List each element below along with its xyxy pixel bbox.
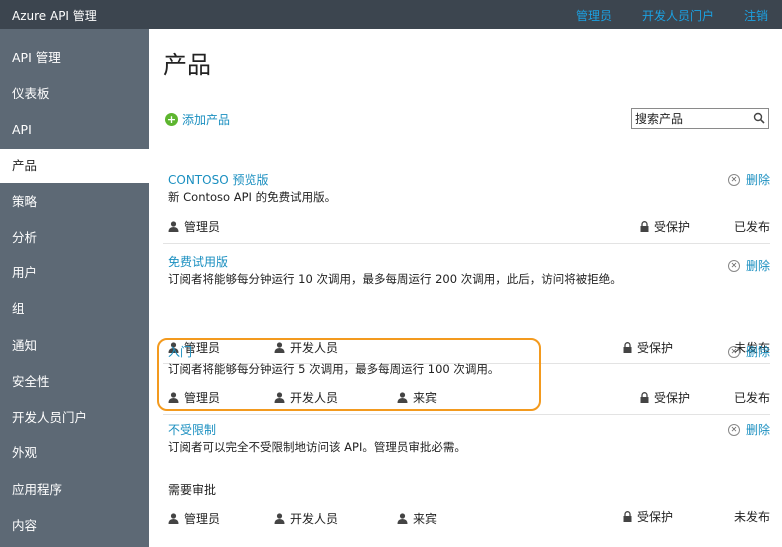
protection-label: 受保护 xyxy=(637,341,674,355)
sidebar-item-appearance[interactable]: 外观 xyxy=(0,436,149,470)
product-name[interactable]: 不受限制 xyxy=(168,421,216,438)
sidebar-item-content[interactable]: 内容 xyxy=(0,509,149,543)
top-links: 管理员 开发人员门户 注销 xyxy=(576,7,768,24)
sidebar-item-applications[interactable]: 应用程序 xyxy=(0,473,149,507)
protection-label: 受保护 xyxy=(654,391,691,405)
delete-button[interactable]: ✕ 删除 xyxy=(727,171,770,188)
add-product-button[interactable]: + 添加产品 xyxy=(165,111,230,128)
protection-status: 受保护 xyxy=(623,339,673,356)
delete-button[interactable]: ✕ 删除 xyxy=(727,421,770,438)
protection-label: 受保护 xyxy=(654,220,691,234)
product-name[interactable]: CONTOSO 预览版 xyxy=(168,171,268,188)
divider xyxy=(163,414,770,415)
sidebar-item-api[interactable]: API xyxy=(0,113,149,147)
delete-icon: ✕ xyxy=(727,259,740,272)
delete-label: 删除 xyxy=(745,173,770,187)
publish-status: 已发布 xyxy=(733,220,770,234)
search-box xyxy=(631,108,769,129)
product-description: 订阅者将能够每分钟运行 10 次调用，最多每周运行 200 次调用，此后，访问将… xyxy=(168,272,622,286)
delete-button[interactable]: ✕ 删除 xyxy=(727,343,770,360)
protection-status: 受保护 xyxy=(623,508,673,525)
add-icon: + xyxy=(165,113,178,126)
sidebar-item-groups[interactable]: 组 xyxy=(0,292,149,326)
top-bar: Azure API 管理 管理员 开发人员门户 注销 xyxy=(0,0,782,29)
protection-label: 受保护 xyxy=(637,510,674,524)
search-input[interactable] xyxy=(632,109,750,128)
sidebar-item-policies[interactable]: 策略 xyxy=(0,185,149,219)
user-icon xyxy=(397,513,408,524)
sidebar-item-developer-portal[interactable]: 开发人员门户 xyxy=(0,401,149,435)
user-icon xyxy=(168,221,179,232)
publish-status: 未发布 xyxy=(733,510,770,524)
group-label: 管理员 xyxy=(184,512,221,526)
delete-label: 删除 xyxy=(745,423,770,437)
product-description: 新 Contoso API 的免费试用版。 xyxy=(168,190,337,204)
group-label: 开发人员 xyxy=(290,512,339,526)
divider xyxy=(163,243,770,244)
group-label: 管理员 xyxy=(184,220,221,234)
sidebar: API 管理 仪表板 API 产品 策略 分析 用户 组 通知 安全性 开发人员… xyxy=(0,29,149,547)
sidebar-item-products[interactable]: 产品 xyxy=(0,149,149,183)
publish-status: 已发布 xyxy=(733,391,770,405)
group-guest: 来宾 xyxy=(397,510,437,527)
group-developer: 开发人员 xyxy=(274,510,338,527)
highlight-callout xyxy=(157,338,541,411)
delete-icon: ✕ xyxy=(727,173,740,186)
sidebar-item-analytics[interactable]: 分析 xyxy=(0,221,149,255)
main-content: 产品 + 添加产品 CONTOSO 预览版 新 Contoso API 的免费试… xyxy=(149,29,782,547)
lock-icon xyxy=(623,511,632,522)
sidebar-item-security[interactable]: 安全性 xyxy=(0,365,149,399)
sidebar-item-notifications[interactable]: 通知 xyxy=(0,329,149,363)
page-title: 产品 xyxy=(163,51,211,79)
approval-required-label: 需要审批 xyxy=(168,483,217,497)
search-icon[interactable] xyxy=(753,112,765,124)
product-name[interactable]: 免费试用版 xyxy=(168,253,228,270)
delete-label: 删除 xyxy=(745,345,770,359)
user-icon xyxy=(168,513,179,524)
lock-icon xyxy=(640,221,649,232)
group-admin: 管理员 xyxy=(168,218,220,235)
sidebar-item-users[interactable]: 用户 xyxy=(0,256,149,290)
add-product-label: 添加产品 xyxy=(182,113,231,127)
sign-out-link[interactable]: 注销 xyxy=(744,7,768,24)
user-icon xyxy=(274,513,285,524)
delete-icon: ✕ xyxy=(727,423,740,436)
protection-status: 受保护 xyxy=(640,389,690,406)
developer-portal-link[interactable]: 开发人员门户 xyxy=(642,7,714,24)
lock-icon xyxy=(640,392,649,403)
sidebar-item-api-management[interactable]: API 管理 xyxy=(0,41,149,75)
admin-link[interactable]: 管理员 xyxy=(576,7,612,24)
lock-icon xyxy=(623,342,632,353)
sidebar-item-dashboard[interactable]: 仪表板 xyxy=(0,77,149,111)
group-admin: 管理员 xyxy=(168,510,220,527)
product-description: 订阅者可以完全不受限制地访问该 API。管理员审批必需。 xyxy=(168,440,466,454)
app-title: Azure API 管理 xyxy=(12,9,97,23)
delete-label: 删除 xyxy=(745,259,770,273)
delete-button[interactable]: ✕ 删除 xyxy=(727,257,770,274)
delete-icon: ✕ xyxy=(727,345,740,358)
protection-status: 受保护 xyxy=(640,218,690,235)
group-label: 来宾 xyxy=(413,512,438,526)
